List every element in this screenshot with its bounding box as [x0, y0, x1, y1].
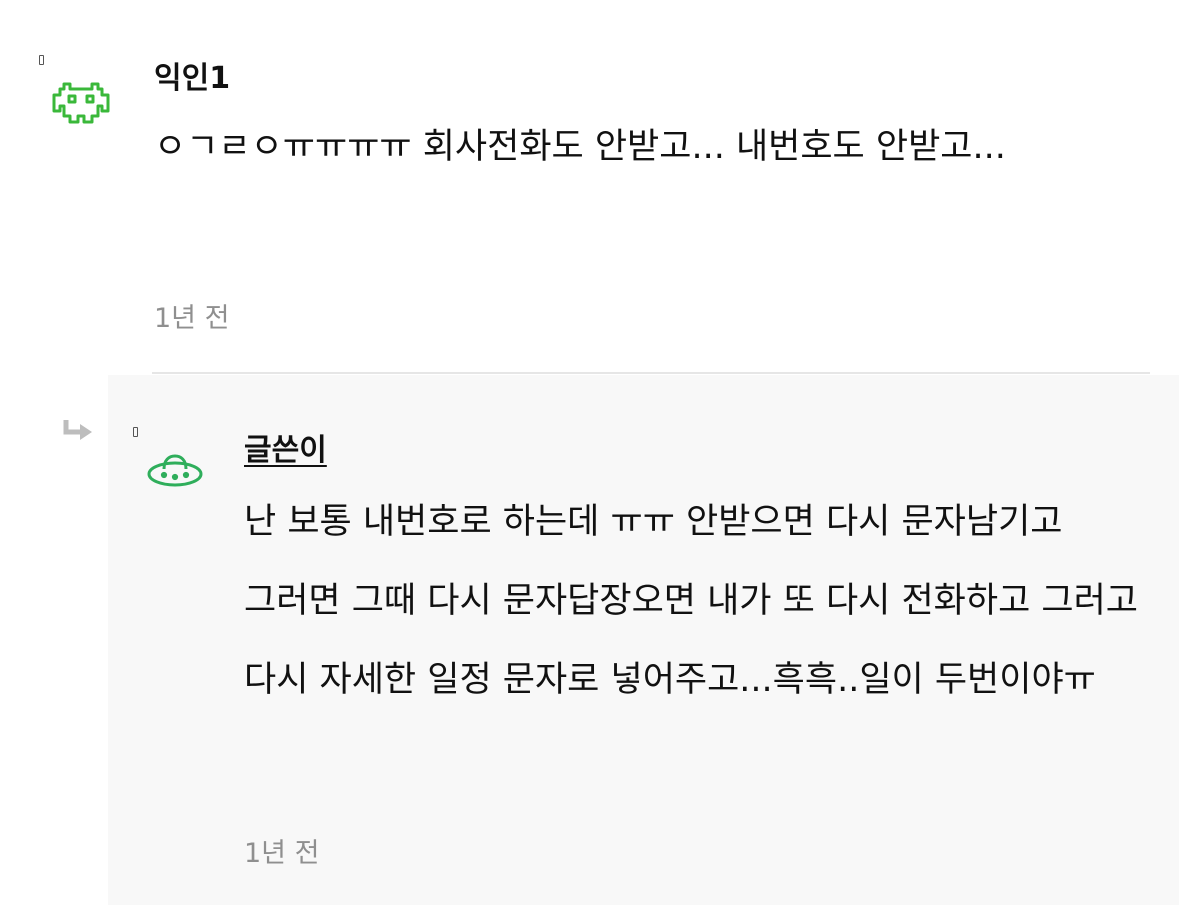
- comment-time: 1년 전: [154, 303, 230, 334]
- comment-thread: 익인1 ㅇㄱㄹㅇㅠㅠㅠㅠ 회사전화도 안받고... 내번호도 안받고... 1년…: [0, 0, 1179, 905]
- reply-content: 난 보통 내번호로 하는데 ㅠㅠ 안받으면 다시 문자남기고 그러면 그때 다시…: [244, 502, 1150, 700]
- comment-marker-icon: [133, 427, 138, 437]
- comment-divider: [152, 372, 1150, 374]
- reply-arrow-icon: [62, 418, 96, 448]
- ufo-icon: [146, 453, 204, 493]
- comment-item: 익인1 ㅇㄱㄹㅇㅠㅠㅠㅠ 회사전화도 안받고... 내번호도 안받고... 1년…: [0, 0, 1179, 372]
- comment-author[interactable]: 익인1: [154, 53, 230, 97]
- reply-time: 1년 전: [244, 838, 320, 869]
- comment-marker-icon: [39, 55, 44, 65]
- reply-item: 글쓴이 난 보통 내번호로 하는데 ㅠㅠ 안받으면 다시 문자남기고 그러면 그…: [0, 375, 1179, 905]
- reply-author[interactable]: 글쓴이: [244, 425, 327, 469]
- space-invader-icon: [52, 78, 110, 128]
- comment-content: ㅇㄱㄹㅇㅠㅠㅠㅠ 회사전화도 안받고... 내번호도 안받고...: [154, 127, 1006, 167]
